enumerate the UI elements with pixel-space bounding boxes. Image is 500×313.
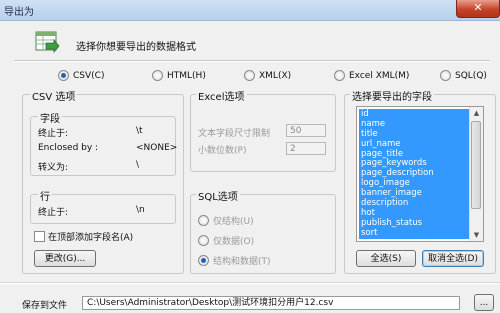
format-label: XML(X) [259,70,292,81]
escape-value[interactable]: \ [136,160,139,170]
field-list-item[interactable]: title [359,129,469,139]
format-radio-html[interactable]: HTML(H) [152,70,206,81]
radio-icon [334,70,345,81]
field-list-item[interactable]: sort [359,228,469,238]
field-terminated-label: 终止于: [38,129,69,139]
fields-title: 选择要导出的字段 [350,88,434,103]
header-divider [14,60,490,62]
radio-selected-icon [198,255,209,266]
sql-option-label: 仅数据(O) [213,237,255,247]
fields-scrollbar[interactable]: ▲ ▼ [469,107,483,241]
radio-selected-icon [58,70,69,81]
add-header-label: 在顶部添加字段名(A) [48,233,134,243]
add-header-checkbox[interactable]: 在顶部添加字段名(A) [34,230,133,243]
title-bar: 导出为 [0,0,500,21]
save-path-input[interactable]: C:\Users\Administrator\Desktop\测试环境扣分用户1… [82,296,460,310]
format-radio-sql[interactable]: SQL(Q) [440,70,487,81]
save-to-file-label: 保存到文件 [22,301,68,311]
radio-icon [198,215,209,226]
escape-label: 转义为: [38,163,69,173]
field-list-item[interactable]: page_title [359,149,469,159]
fields-listbox[interactable]: id name title url_name page_title page_keywor… [356,106,484,242]
field-list-item[interactable]: description [359,198,469,208]
bottom-divider [0,282,500,284]
format-radio-xml[interactable]: XML(X) [244,70,291,81]
sql-option-label: 结构和数据(T) [213,257,271,267]
close-button[interactable]: ✕ [456,0,500,18]
scroll-thumb[interactable] [471,121,481,209]
text-size-label: 文本字段尺寸限制 [198,129,271,139]
radio-icon [440,70,451,81]
row-section-title: 行 [38,188,52,203]
sql-radio-structure-only[interactable]: 仅结构(U) [198,214,254,227]
field-section-title: 字段 [38,110,62,125]
change-button[interactable]: 更改(G)... [34,250,96,267]
field-list-item[interactable]: page_description [359,168,469,178]
radio-icon [152,70,163,81]
field-list-item[interactable]: page_keywords [359,158,469,169]
enclosed-by-label: Enclosed by : [38,143,99,153]
field-list-item[interactable]: id [359,109,469,119]
header-prompt: 选择你想要导出的数据格式 [76,42,196,53]
browse-button[interactable]: ... [474,294,494,311]
checkbox-icon [34,231,45,242]
scroll-up-icon[interactable]: ▲ [470,107,483,119]
field-list-item[interactable]: hot [359,208,469,218]
row-terminated-label: 终止于: [38,208,69,218]
format-radio-excel-xml[interactable]: Excel XML(M) [334,70,409,81]
format-label: CSV(C) [73,70,105,81]
format-label: HTML(H) [167,70,206,81]
decimals-label: 小数位数(P) [198,146,247,156]
excel-options-title: Excel选项 [196,88,247,103]
text-size-field[interactable]: 50 [286,124,326,137]
format-label: SQL(Q) [455,70,487,81]
format-radio-csv[interactable]: CSV(C) [58,70,104,81]
deselect-all-button[interactable]: 取消全选(D) [422,250,484,267]
close-icon: ✕ [473,1,483,14]
select-all-button[interactable]: 全选(S) [356,250,416,267]
field-list-item[interactable]: url_name [359,139,469,149]
scroll-down-icon[interactable]: ▼ [470,229,483,241]
sql-option-label: 仅结构(U) [213,217,254,227]
radio-icon [198,235,209,246]
radio-icon [244,70,255,81]
row-terminated-value[interactable]: \n [136,205,145,215]
export-dialog: 导出为 ✕ 选择你想要导出的数据格式 CSV(C) HTML(H) XML(X)… [0,0,500,313]
field-list-item[interactable]: logo_image [359,178,469,188]
format-label: Excel XML(M) [349,70,410,81]
csv-options-title: CSV 选项 [30,88,78,103]
field-list-item[interactable]: name [359,119,469,129]
export-table-icon [34,30,60,54]
decimals-field[interactable]: 2 [286,142,326,155]
enclosed-by-value[interactable]: <NONE> [136,143,177,153]
window-title: 导出为 [4,7,34,18]
field-terminated-value[interactable]: \t [136,126,143,136]
sql-radio-structure-and-data[interactable]: 结构和数据(T) [198,254,271,267]
field-list-item[interactable]: publish_status [359,218,469,228]
fields-list: id name title url_name page_title page_keywor… [359,109,469,239]
sql-radio-data-only[interactable]: 仅数据(O) [198,234,254,247]
sql-options-title: SQL选项 [196,188,240,203]
field-list-item[interactable]: banner_image [359,188,469,198]
